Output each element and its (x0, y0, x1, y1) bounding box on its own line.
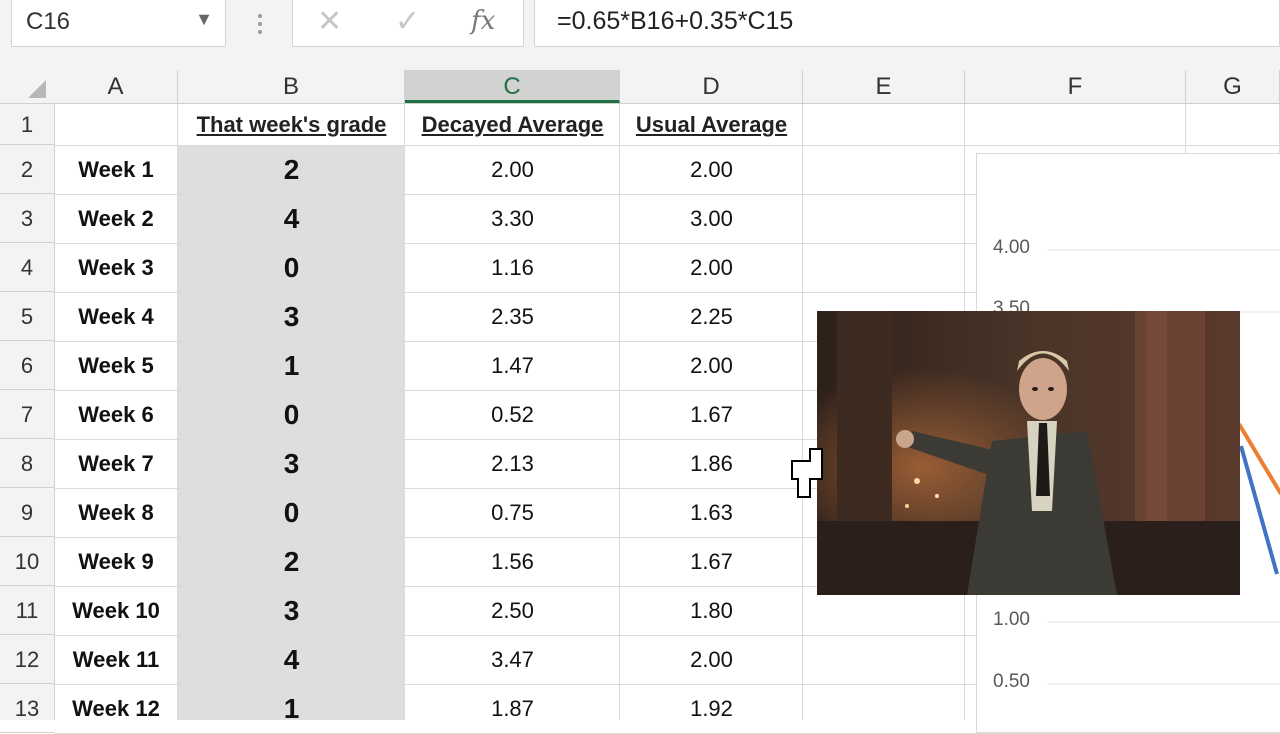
week-label-cell[interactable]: Week 12 (54, 684, 178, 733)
column-header-f[interactable]: F (965, 70, 1186, 103)
week-label-cell[interactable]: Week 6 (54, 390, 178, 439)
week-label-cell[interactable]: Week 4 (54, 292, 178, 341)
week-label-cell[interactable]: Week 9 (54, 537, 178, 586)
row-header[interactable]: 13 (0, 684, 54, 733)
usual-average-cell[interactable]: 2.25 (620, 292, 803, 341)
header-cell-grade[interactable]: That week's grade (178, 104, 405, 145)
usual-average-cell[interactable]: 3.00 (620, 194, 803, 243)
grade-cell[interactable]: 3 (178, 439, 405, 488)
header-cell-usual-average[interactable]: Usual Average (620, 104, 803, 145)
decayed-average-cell[interactable]: 2.50 (405, 586, 620, 635)
week-label-cell[interactable]: Week 5 (54, 341, 178, 390)
column-header-b[interactable]: B (178, 70, 405, 103)
move-cursor-icon (791, 448, 823, 498)
row-header[interactable]: 10 (0, 537, 54, 586)
grade-cell[interactable]: 1 (178, 341, 405, 390)
cancel-icon[interactable]: ✕ (317, 4, 342, 39)
decayed-average-cell[interactable]: 2.35 (405, 292, 620, 341)
grade-cell[interactable]: 1 (178, 684, 405, 733)
decayed-average-cell[interactable]: 1.56 (405, 537, 620, 586)
grade-cell[interactable]: 3 (178, 586, 405, 635)
name-box[interactable]: C16 ▼ (11, 0, 226, 47)
row-header[interactable]: 8 (0, 439, 54, 488)
decayed-average-cell[interactable]: 0.52 (405, 390, 620, 439)
decayed-average-cell[interactable]: 1.87 (405, 684, 620, 733)
usual-average-cell[interactable]: 2.00 (620, 635, 803, 684)
column-header-d[interactable]: D (620, 70, 803, 103)
grade-cell[interactable]: 0 (178, 390, 405, 439)
row-header[interactable]: 12 (0, 635, 54, 684)
grade-cell[interactable]: 3 (178, 292, 405, 341)
grade-cell[interactable]: 2 (178, 145, 405, 194)
decayed-average-cell[interactable]: 2.13 (405, 439, 620, 488)
select-all-button[interactable] (0, 70, 54, 103)
chevron-down-icon[interactable]: ▼ (195, 9, 213, 30)
more-options-icon[interactable] (250, 6, 270, 42)
header-cell-decayed-average[interactable]: Decayed Average (405, 104, 620, 145)
usual-average-cell[interactable]: 1.80 (620, 586, 803, 635)
week-label-cell[interactable]: Week 8 (54, 488, 178, 537)
decayed-average-cell[interactable]: 3.30 (405, 194, 620, 243)
formula-text: =0.65*B16+0.35*C15 (557, 7, 794, 35)
week-label-cell[interactable]: Week 2 (54, 194, 178, 243)
column-header-e[interactable]: E (803, 70, 965, 103)
decayed-average-series-line (1239, 445, 1279, 575)
enter-icon[interactable]: ✓ (395, 4, 420, 39)
formula-bar: C16 ▼ ✕ ✓ fx =0.65*B16+0.35*C15 (0, 0, 1280, 70)
insert-function-icon[interactable]: fx (471, 6, 495, 36)
row-header[interactable]: 6 (0, 341, 54, 390)
grade-cell[interactable]: 0 (178, 243, 405, 292)
column-header-g[interactable]: G (1186, 70, 1280, 103)
week-label-cell[interactable]: Week 3 (54, 243, 178, 292)
column-header-a[interactable]: A (54, 70, 178, 103)
row-header[interactable]: 7 (0, 390, 54, 439)
video-overlay-image (817, 311, 1240, 595)
decayed-average-cell[interactable]: 3.47 (405, 635, 620, 684)
week-label-cell[interactable]: Week 11 (54, 635, 178, 684)
usual-average-cell[interactable]: 2.00 (620, 145, 803, 194)
week-label-cell[interactable]: Week 7 (54, 439, 178, 488)
row-header[interactable]: 9 (0, 488, 54, 537)
row-header[interactable]: 1 (0, 104, 54, 145)
formula-buttons: ✕ ✓ fx (292, 0, 524, 47)
row-header[interactable]: 11 (0, 586, 54, 635)
grade-cell[interactable]: 4 (178, 194, 405, 243)
usual-average-cell[interactable]: 2.00 (620, 243, 803, 292)
decayed-average-cell[interactable]: 2.00 (405, 145, 620, 194)
usual-average-cell[interactable]: 1.67 (620, 390, 803, 439)
usual-average-cell[interactable]: 1.86 (620, 439, 803, 488)
usual-average-cell[interactable]: 1.92 (620, 684, 803, 733)
name-box-value: C16 (26, 8, 71, 35)
decayed-average-cell[interactable]: 0.75 (405, 488, 620, 537)
row-header[interactable]: 5 (0, 292, 54, 341)
week-label-cell[interactable]: Week 1 (54, 145, 178, 194)
decayed-average-cell[interactable]: 1.16 (405, 243, 620, 292)
row-header[interactable]: 2 (0, 145, 54, 194)
grade-cell[interactable]: 4 (178, 635, 405, 684)
row-header[interactable]: 4 (0, 243, 54, 292)
grade-cell[interactable]: 2 (178, 537, 405, 586)
decayed-average-cell[interactable]: 1.47 (405, 341, 620, 390)
week-label-cell[interactable]: Week 10 (54, 586, 178, 635)
movie-still-image (817, 311, 1240, 595)
usual-average-cell[interactable]: 1.67 (620, 537, 803, 586)
row-header[interactable]: 3 (0, 194, 54, 243)
formula-input[interactable]: =0.65*B16+0.35*C15 (534, 0, 1280, 47)
column-header-c[interactable]: C (405, 70, 620, 103)
usual-average-cell[interactable]: 2.00 (620, 341, 803, 390)
usual-average-cell[interactable]: 1.63 (620, 488, 803, 537)
grade-cell[interactable]: 0 (178, 488, 405, 537)
